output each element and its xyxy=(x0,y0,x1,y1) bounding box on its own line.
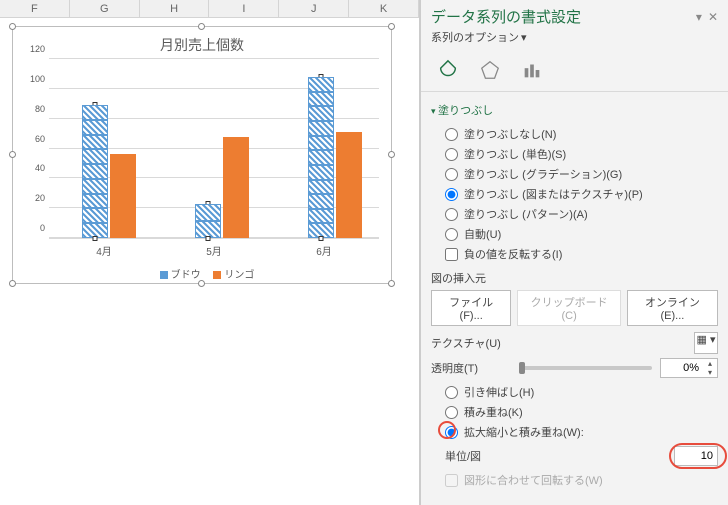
bar-apple-apr[interactable] xyxy=(110,154,136,238)
fill-none[interactable]: 塗りつぶしなし(N) xyxy=(445,124,718,144)
clipboard-button: クリップボード(C) xyxy=(517,290,621,326)
bar-grape-apr[interactable] xyxy=(82,105,108,238)
invert-negative[interactable]: 負の値を反転する(I) xyxy=(445,244,718,264)
pane-menu-icon[interactable]: ▾ xyxy=(696,10,702,24)
online-button[interactable]: オンライン(E)... xyxy=(627,290,718,326)
fill-picture[interactable]: 塗りつぶし (図またはテクスチャ)(P) xyxy=(445,184,718,204)
fill-auto[interactable]: 自動(U) xyxy=(445,224,718,244)
bar-apple-jun[interactable] xyxy=(336,132,362,238)
bar-grape-jun[interactable] xyxy=(308,77,334,238)
stretch-option[interactable]: 引き伸ばし(H) xyxy=(445,382,718,402)
chart-legend[interactable]: ブドウ リンゴ xyxy=(13,266,391,281)
column-headers: FGHIJK xyxy=(0,0,419,18)
effects-tab[interactable] xyxy=(477,57,503,83)
transparency-slider[interactable] xyxy=(519,366,652,370)
stack-scale-option[interactable]: 拡大縮小と積み重ね(W): xyxy=(445,422,718,442)
close-icon[interactable]: ✕ xyxy=(708,10,718,24)
transparency-label: 透明度(T) xyxy=(431,360,511,376)
chart-plot-area[interactable]: 0 20 40 60 80 100 120 xyxy=(49,59,379,239)
fill-solid[interactable]: 塗りつぶし (単色)(S) xyxy=(445,144,718,164)
fill-gradient[interactable]: 塗りつぶし (グラデーション)(G) xyxy=(445,164,718,184)
transparency-spinner[interactable]: ▴▾ xyxy=(660,358,718,378)
fill-pattern[interactable]: 塗りつぶし (パターン)(A) xyxy=(445,204,718,224)
bar-apple-may[interactable] xyxy=(223,137,249,238)
units-label: 単位/図 xyxy=(445,448,525,464)
format-pane: データ系列の書式設定 ▾ ✕ 系列のオプション▾ 塗りつぶし 塗りつぶしなし(N… xyxy=(420,0,728,505)
file-button[interactable]: ファイル(F)... xyxy=(431,290,511,326)
fill-line-tab[interactable] xyxy=(435,57,461,83)
chart-title[interactable]: 月別売上個数 xyxy=(13,27,391,59)
series-options-label[interactable]: 系列のオプション xyxy=(431,32,519,44)
units-spinner[interactable] xyxy=(674,446,718,466)
bar-grape-may[interactable] xyxy=(195,204,221,238)
series-options-tab[interactable] xyxy=(519,57,545,83)
rotate-with-shape: 図形に合わせて回転する(W) xyxy=(445,470,718,490)
texture-picker[interactable]: ▦ ▾ xyxy=(694,332,718,354)
stack-option[interactable]: 積み重ね(K) xyxy=(445,402,718,422)
x-axis-labels: 4月 5月 6月 xyxy=(49,243,379,258)
chart-object[interactable]: 月別売上個数 0 20 40 60 80 100 120 xyxy=(12,26,392,284)
insert-from-label: 図の挿入元 xyxy=(431,270,718,286)
fill-section[interactable]: 塗りつぶし xyxy=(431,102,718,118)
pane-title: データ系列の書式設定 xyxy=(431,6,690,27)
texture-label: テクスチャ(U) xyxy=(431,335,511,351)
